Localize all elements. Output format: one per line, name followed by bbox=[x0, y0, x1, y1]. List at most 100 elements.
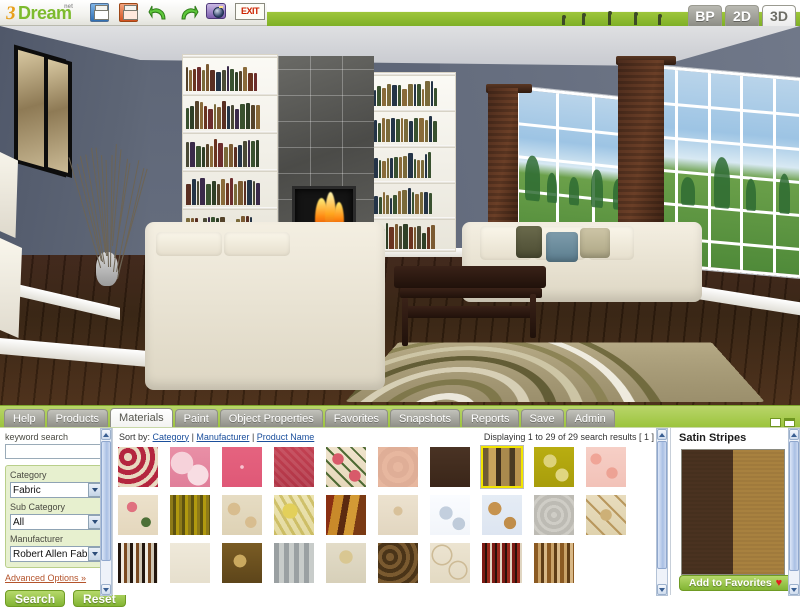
scroll-up-arrow-icon[interactable] bbox=[101, 429, 111, 440]
book bbox=[402, 89, 406, 106]
tab-save[interactable]: Save bbox=[521, 409, 564, 427]
material-swatch[interactable] bbox=[377, 494, 419, 536]
material-swatch[interactable] bbox=[481, 446, 523, 488]
search-button[interactable]: Search bbox=[5, 590, 65, 607]
material-swatch[interactable] bbox=[273, 542, 315, 584]
book bbox=[192, 179, 196, 205]
material-swatch[interactable] bbox=[429, 494, 471, 536]
sub-category-select[interactable]: All bbox=[10, 514, 102, 530]
material-swatch[interactable] bbox=[585, 494, 627, 536]
material-swatch[interactable] bbox=[377, 446, 419, 488]
tab-materials[interactable]: Materials bbox=[110, 408, 173, 427]
sort-link-manufacturer[interactable]: Manufacturer bbox=[196, 432, 249, 442]
snapshot-button[interactable] bbox=[206, 3, 228, 23]
material-swatch[interactable] bbox=[481, 542, 523, 584]
book bbox=[229, 144, 234, 167]
tab-object-properties[interactable]: Object Properties bbox=[220, 409, 323, 427]
tab-reports[interactable]: Reports bbox=[462, 409, 519, 427]
tab-help[interactable]: Help bbox=[4, 409, 45, 427]
book bbox=[240, 104, 245, 129]
material-swatch[interactable] bbox=[117, 494, 159, 536]
view-mode-bp[interactable]: BP bbox=[688, 5, 722, 26]
material-swatch[interactable] bbox=[169, 446, 211, 488]
scroll-up-arrow-icon[interactable] bbox=[657, 429, 667, 440]
scrollbar-thumb[interactable] bbox=[789, 441, 799, 571]
keyword-search-input[interactable] bbox=[5, 444, 107, 459]
material-swatch[interactable] bbox=[325, 542, 367, 584]
material-swatch[interactable] bbox=[221, 542, 263, 584]
material-swatch[interactable] bbox=[273, 446, 315, 488]
material-swatch[interactable] bbox=[533, 542, 575, 584]
material-swatch[interactable] bbox=[169, 542, 211, 584]
tab-paint[interactable]: Paint bbox=[175, 409, 218, 427]
3d-room-viewport[interactable] bbox=[0, 26, 800, 405]
view-mode-2d[interactable]: 2D bbox=[725, 5, 759, 26]
advanced-options-link[interactable]: Advanced Options » bbox=[5, 573, 107, 583]
minimize-panel-button[interactable] bbox=[770, 418, 781, 427]
exit-button[interactable]: EXIT bbox=[235, 3, 267, 23]
save-as-button[interactable] bbox=[119, 3, 141, 23]
sort-link-category[interactable]: Category bbox=[153, 432, 190, 442]
tree-outside bbox=[746, 178, 756, 211]
maximize-panel-button[interactable] bbox=[784, 418, 795, 427]
tab-products[interactable]: Products bbox=[47, 409, 108, 427]
bookshelf-shelf bbox=[371, 73, 455, 76]
artwork-canvas bbox=[48, 59, 68, 173]
material-swatch[interactable] bbox=[325, 446, 367, 488]
book bbox=[431, 81, 434, 106]
detail-scrollbar[interactable] bbox=[788, 428, 800, 596]
material-swatch[interactable] bbox=[325, 494, 367, 536]
material-swatch[interactable] bbox=[533, 494, 575, 536]
rug-arc-band bbox=[345, 342, 765, 402]
material-swatch[interactable] bbox=[481, 494, 523, 536]
material-swatch[interactable] bbox=[585, 446, 627, 488]
tab-admin[interactable]: Admin bbox=[566, 409, 615, 427]
scrollbar-thumb[interactable] bbox=[101, 441, 111, 561]
material-swatch[interactable] bbox=[429, 542, 471, 584]
scroll-down-arrow-icon[interactable] bbox=[789, 584, 799, 595]
sort-link-product-name[interactable]: Product Name bbox=[257, 432, 315, 442]
results-scrollbar[interactable] bbox=[656, 428, 668, 596]
toolbar-icon-group: EXIT bbox=[90, 3, 267, 23]
tab-favorites[interactable]: Favorites bbox=[325, 409, 388, 427]
material-swatch[interactable] bbox=[169, 494, 211, 536]
material-swatch[interactable] bbox=[221, 446, 263, 488]
filter-group-box: Category Fabric Sub Category All Manufac… bbox=[5, 465, 107, 568]
window-muntin bbox=[643, 134, 799, 151]
book bbox=[243, 67, 247, 91]
scroll-up-arrow-icon[interactable] bbox=[789, 429, 799, 440]
category-select[interactable]: Fabric bbox=[10, 482, 102, 498]
material-swatch[interactable] bbox=[221, 494, 263, 536]
bookshelf-shelf bbox=[371, 109, 455, 112]
scrollbar-thumb[interactable] bbox=[657, 441, 667, 569]
book bbox=[238, 145, 242, 167]
book bbox=[417, 160, 420, 178]
scroll-down-arrow-icon[interactable] bbox=[101, 584, 111, 595]
material-title: Satin Stripes bbox=[671, 428, 800, 447]
material-swatch[interactable] bbox=[429, 446, 471, 488]
view-mode-3d[interactable]: 3D bbox=[762, 5, 796, 26]
book bbox=[393, 195, 397, 214]
material-swatch[interactable] bbox=[117, 542, 159, 584]
tree-outside bbox=[591, 169, 603, 208]
undo-button[interactable] bbox=[148, 3, 170, 23]
save-button[interactable] bbox=[90, 3, 112, 23]
book bbox=[417, 84, 421, 106]
manufacturer-select[interactable]: Robert Allen Fabrics bbox=[10, 546, 102, 562]
panel-window-controls bbox=[770, 418, 800, 427]
search-pane-scrollbar[interactable] bbox=[100, 428, 112, 596]
material-swatch[interactable] bbox=[117, 446, 159, 488]
book bbox=[409, 121, 413, 142]
floppy-disk-icon bbox=[90, 3, 109, 22]
redo-button[interactable] bbox=[177, 3, 199, 23]
book bbox=[409, 227, 414, 249]
scroll-down-arrow-icon[interactable] bbox=[657, 584, 667, 595]
book bbox=[186, 108, 189, 130]
material-swatch[interactable] bbox=[377, 542, 419, 584]
sub-category-filter: Sub Category All bbox=[10, 502, 102, 530]
book bbox=[383, 192, 385, 214]
tab-snapshots[interactable]: Snapshots bbox=[390, 409, 460, 427]
add-to-favorites-button[interactable]: Add to Favorites ♥ bbox=[679, 575, 792, 591]
material-swatch[interactable] bbox=[273, 494, 315, 536]
material-swatch[interactable] bbox=[533, 446, 575, 488]
